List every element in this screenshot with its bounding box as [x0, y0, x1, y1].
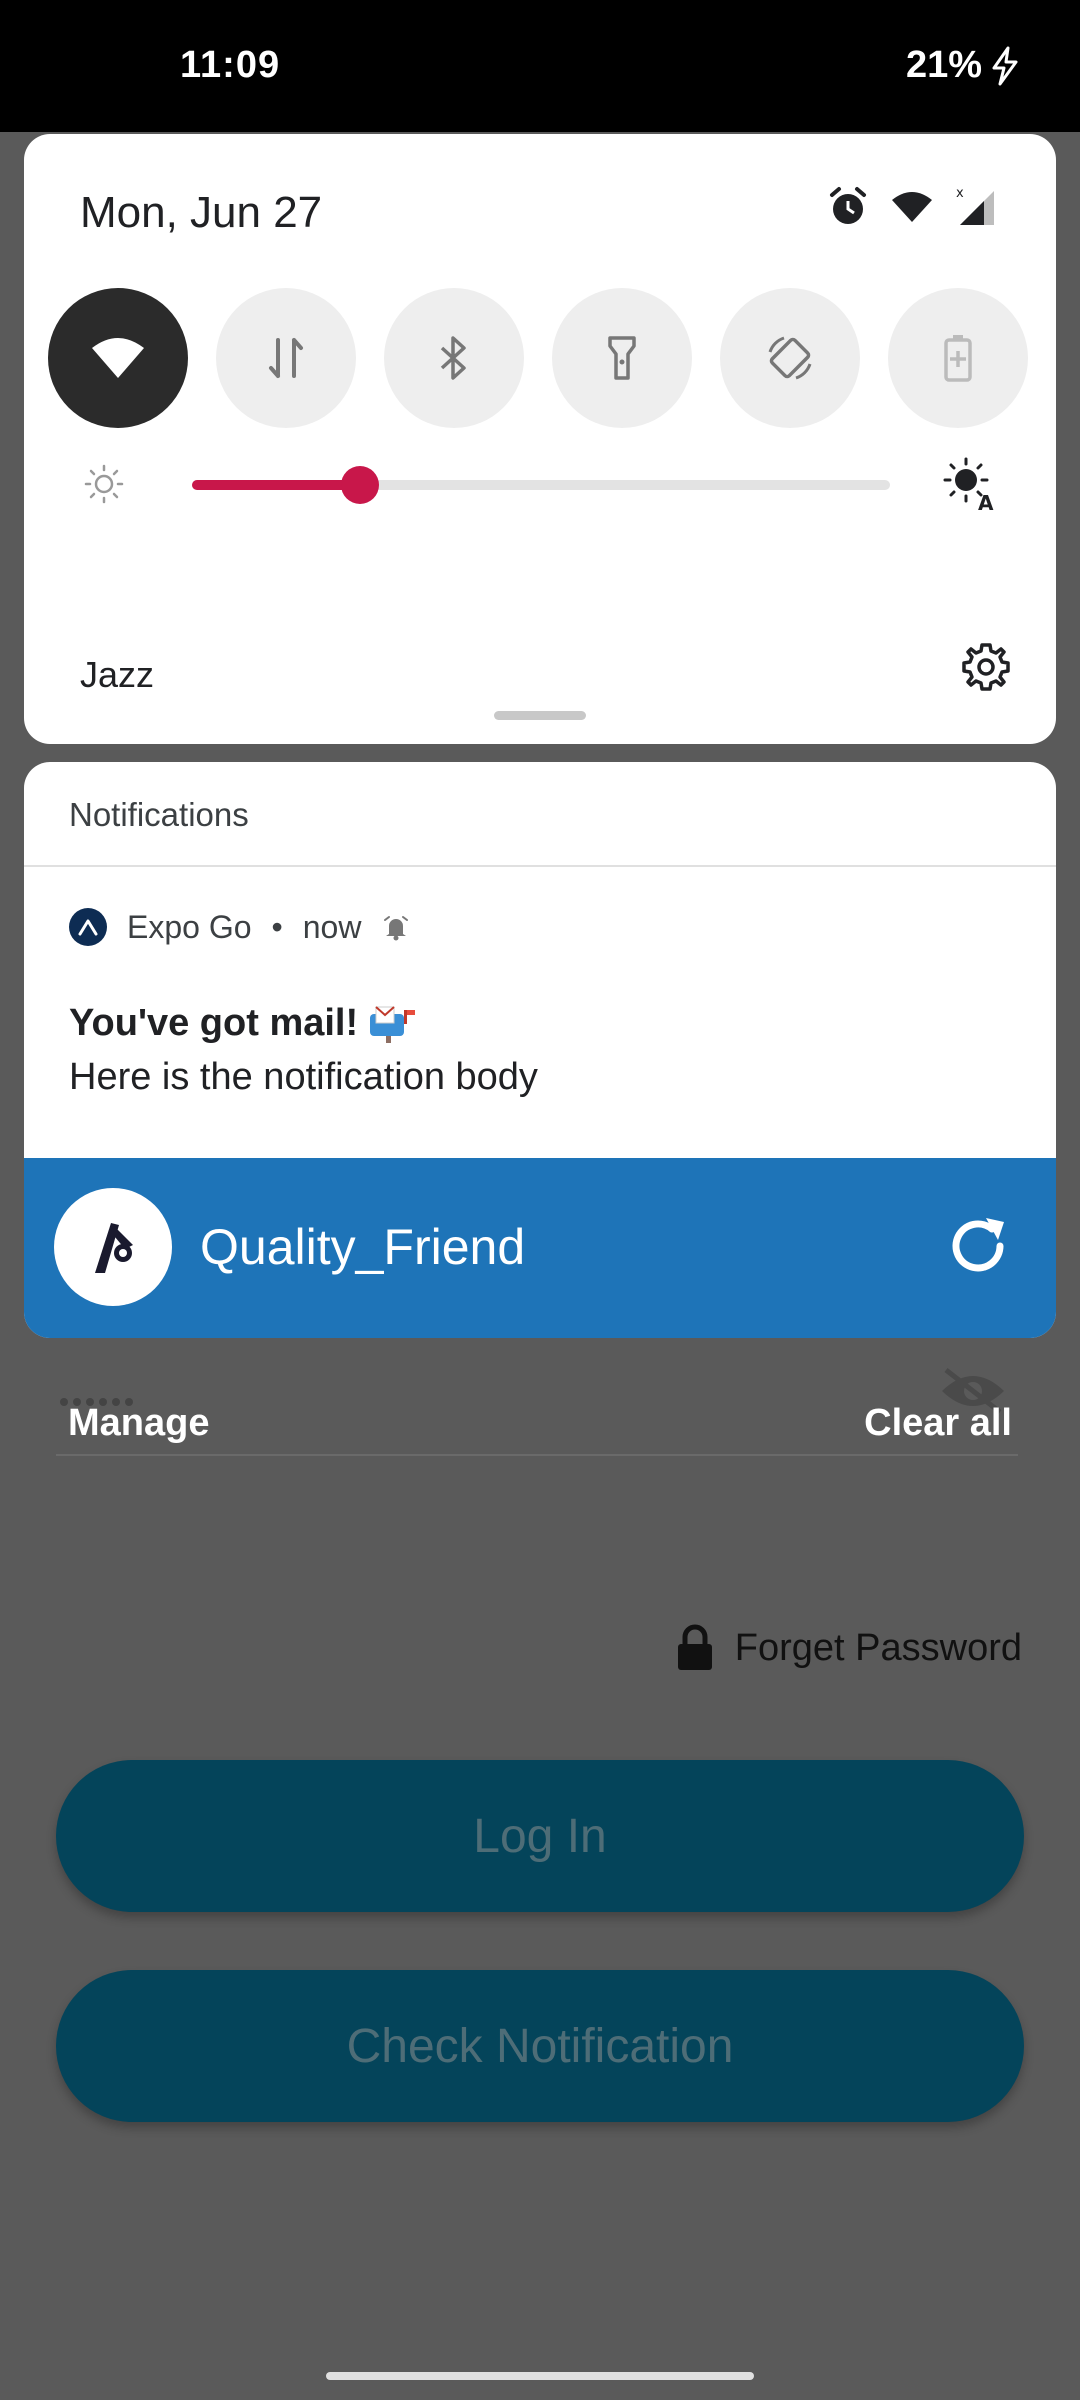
battery-saver-icon — [944, 335, 972, 382]
notification-app-row[interactable]: Expo Go • now — [69, 908, 411, 946]
qs-drag-handle[interactable] — [494, 711, 586, 720]
wifi-icon — [92, 338, 144, 378]
notification-separator: • — [271, 908, 283, 945]
carrier-name: Jazz — [80, 654, 155, 695]
brightness-low-icon — [84, 464, 124, 504]
status-time: 11:09 — [180, 44, 281, 86]
login-button[interactable]: Log In — [56, 1760, 1024, 1912]
tile-wifi[interactable] — [48, 288, 188, 428]
media-notification[interactable]: Quality_Friend — [24, 1158, 1056, 1338]
qs-system-icons: x — [828, 186, 996, 228]
auto-brightness-icon[interactable]: A — [942, 456, 998, 512]
brightness-row: A — [24, 457, 1056, 550]
tile-battery-saver[interactable] — [888, 288, 1028, 428]
refresh-icon[interactable] — [940, 1208, 1016, 1284]
notifications-header: Notifications — [69, 796, 249, 833]
notification-body: Here is the notification body — [69, 1056, 538, 1098]
expo-go-icon — [69, 908, 107, 946]
svg-text:A: A — [978, 491, 994, 512]
qs-date: Mon, Jun 27 — [80, 188, 323, 237]
notification-shade: Notifications Expo Go • now You've got m… — [24, 762, 1056, 1338]
status-bar: 11:09 21% — [0, 0, 1080, 132]
mobile-data-icon — [269, 338, 303, 378]
manage-button[interactable]: Manage — [68, 1402, 209, 1445]
brightness-slider-fill — [192, 480, 360, 490]
media-title: Quality_Friend — [200, 1219, 526, 1275]
battery-status: 21% — [906, 44, 1020, 87]
charging-bolt-icon — [992, 46, 1018, 85]
wifi-status-icon — [892, 192, 932, 222]
notification-title[interactable]: You've got mail! — [69, 1002, 416, 1045]
mailbox-emoji-icon — [370, 1005, 416, 1043]
bluetooth-icon — [440, 336, 466, 380]
alarm-icon — [830, 187, 866, 224]
clear-all-button[interactable]: Clear all — [864, 1402, 1012, 1445]
quality-friend-app-icon — [54, 1188, 172, 1306]
auto-rotate-icon — [768, 336, 812, 380]
alerting-bell-icon — [384, 916, 409, 941]
battery-percent: 21% — [905, 44, 982, 86]
settings-gear-icon[interactable] — [958, 639, 1014, 695]
check-notification-label: Check Notification — [346, 2019, 734, 2073]
quick-settings-panel: Mon, Jun 27 x A Jazz — [24, 134, 1056, 744]
brightness-slider-thumb[interactable] — [341, 466, 379, 504]
forget-password-link[interactable]: Forget Password — [675, 1624, 1022, 1672]
tile-flashlight[interactable] — [552, 288, 692, 428]
flashlight-icon — [608, 336, 636, 380]
tile-auto-rotate[interactable] — [720, 288, 860, 428]
svg-text:x: x — [956, 187, 964, 201]
cell-signal-icon: x — [956, 187, 994, 225]
footer-divider — [56, 1454, 1018, 1456]
notification-title-text: You've got mail! — [69, 1002, 359, 1044]
check-notification-button[interactable]: Check Notification — [56, 1970, 1024, 2122]
forget-password-label: Forget Password — [734, 1626, 1022, 1669]
notification-time: now — [302, 908, 362, 945]
brightness-slider[interactable] — [192, 466, 890, 504]
gesture-nav-bar[interactable] — [326, 2372, 754, 2380]
divider — [24, 865, 1056, 867]
tile-mobile-data[interactable] — [216, 288, 356, 428]
login-button-label: Log In — [473, 1809, 607, 1863]
tile-bluetooth[interactable] — [384, 288, 524, 428]
notification-app-name: Expo Go — [127, 908, 252, 945]
lock-icon — [677, 1624, 712, 1670]
